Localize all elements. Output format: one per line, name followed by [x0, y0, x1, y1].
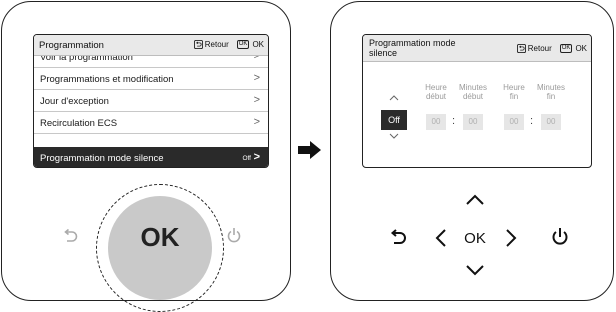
chevron-right-icon: > — [253, 94, 260, 106]
column-label: Minutes — [536, 83, 565, 92]
chevron-down-icon[interactable] — [389, 133, 399, 139]
chevron-right-icon: > — [253, 151, 260, 163]
silence-mode-toggle[interactable]: Off — [381, 110, 407, 130]
menu-item-mode-silence[interactable]: Programmation mode silence Off > — [34, 147, 268, 167]
menu-item-label: Programmations et modification — [40, 74, 174, 85]
ok-button[interactable]: OK — [460, 230, 490, 247]
ok-label[interactable]: OK — [575, 44, 587, 53]
ok-badge-icon[interactable]: OK — [559, 44, 573, 53]
time-separator: : — [530, 115, 534, 127]
screen-title-line2: silence — [369, 47, 398, 58]
chevron-left-icon[interactable] — [435, 228, 447, 248]
screen-title: Programmation mode silence — [369, 38, 489, 58]
menu-item-recirculation-ecs[interactable]: Recirculation ECS > — [34, 112, 268, 134]
menu-item-jour-exception[interactable]: Jour d'exception > — [34, 90, 268, 112]
back-icon[interactable] — [389, 228, 407, 248]
menu-item-programmations-modification[interactable]: Programmations et modification > — [34, 68, 268, 90]
column-label: Minutes — [458, 83, 487, 92]
back-icon[interactable] — [516, 44, 526, 53]
column-start-min: Minutes début — [455, 83, 491, 101]
ok-button-label: OK — [140, 222, 180, 252]
menu-item-label: Programmation mode silence — [40, 153, 164, 164]
column-end-min: Minutes fin — [533, 83, 569, 101]
end-minute-field[interactable]: 00 — [541, 114, 561, 130]
arrow-right-icon — [298, 141, 321, 159]
right-screen-header: Programmation mode silence Retour OK OK — [363, 35, 591, 62]
chevron-up-icon[interactable] — [465, 194, 485, 206]
menu-item-value: Off — [242, 155, 251, 162]
column-label: Heure — [425, 83, 447, 92]
column-label: début — [462, 92, 484, 101]
column-label: fin — [509, 92, 519, 101]
column-label: début — [425, 92, 447, 101]
column-label: Heure — [503, 83, 525, 92]
header-overlay — [34, 35, 268, 55]
end-hour-field[interactable]: 00 — [504, 114, 524, 130]
menu-item-label: Jour d'exception — [40, 96, 109, 107]
chevron-down-icon[interactable] — [465, 264, 485, 276]
header-actions: Retour OK OK — [516, 44, 587, 53]
column-label: fin — [546, 92, 556, 101]
back-label[interactable]: Retour — [528, 44, 552, 53]
power-icon[interactable] — [550, 226, 570, 248]
column-end-hour: Heure fin — [499, 83, 529, 101]
chevron-right-icon[interactable] — [505, 228, 517, 248]
column-start-hour: Heure début — [421, 83, 451, 101]
chevron-up-icon[interactable] — [389, 95, 399, 101]
menu-item-label: Recirculation ECS — [40, 118, 118, 129]
left-screen: Programmation Retour OK OK Voir la progr… — [33, 34, 269, 168]
chevron-right-icon: > — [253, 72, 260, 84]
start-hour-field[interactable]: 00 — [426, 114, 446, 130]
power-icon[interactable] — [226, 226, 242, 244]
chevron-right-icon: > — [253, 116, 260, 128]
right-screen: Programmation mode silence Retour OK OK … — [362, 34, 592, 168]
time-separator: : — [452, 115, 456, 127]
back-icon[interactable] — [62, 228, 78, 246]
start-minute-field[interactable]: 00 — [463, 114, 483, 130]
